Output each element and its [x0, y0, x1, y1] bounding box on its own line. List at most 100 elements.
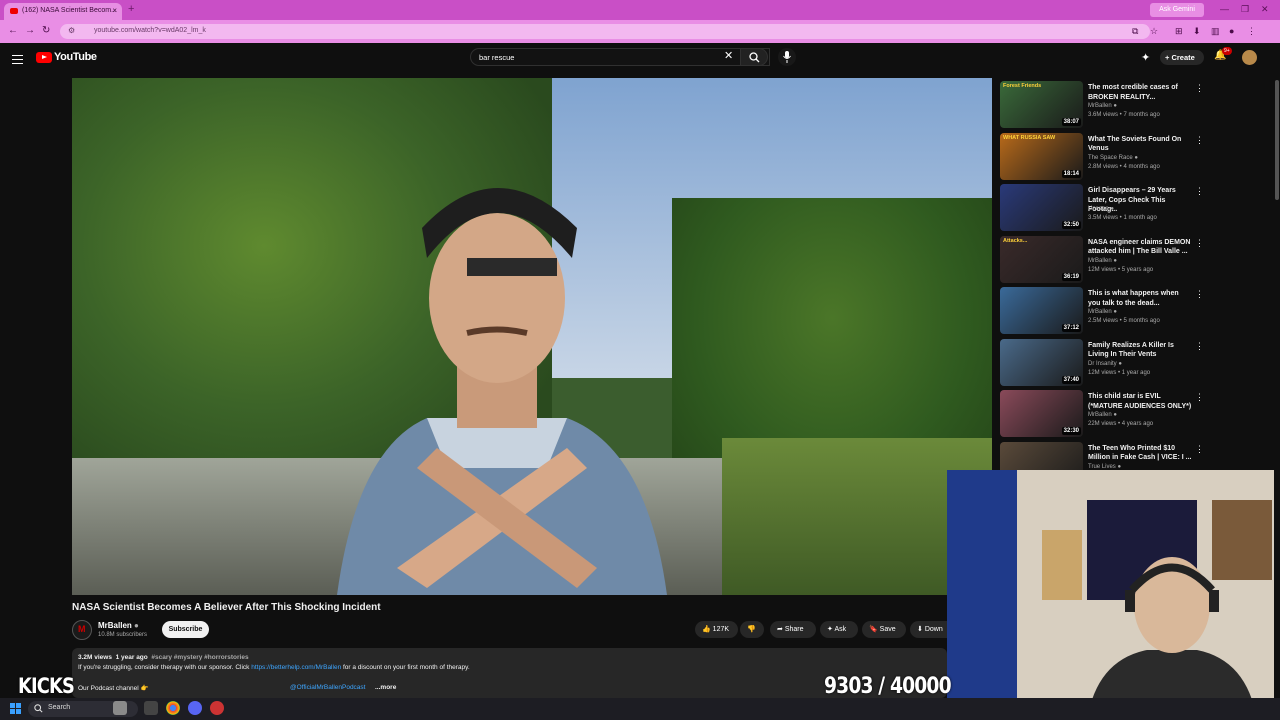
recommended-video[interactable]: 32:30 This child star is EVIL (*MATURE AU… — [1000, 390, 1204, 438]
recommended-title[interactable]: The Teen Who Printed $10 Million in Fake… — [1088, 444, 1192, 463]
recommended-channel[interactable]: MrBallen ● — [1088, 309, 1117, 315]
verified-icon: ● — [1113, 257, 1117, 264]
video-thumbnail[interactable]: 32:50 — [1000, 184, 1083, 231]
video-presenter — [337, 188, 667, 595]
voice-search-button[interactable] — [778, 48, 796, 66]
recommended-title[interactable]: Family Realizes A Killer Is Living In Th… — [1088, 341, 1192, 360]
ask-gemini-button[interactable]: Ask Gemini — [1150, 3, 1204, 17]
ask-button[interactable]: ✦ Ask — [820, 621, 858, 638]
install-icon[interactable]: ⧉ — [1132, 26, 1138, 37]
scrollbar-thumb[interactable] — [1275, 80, 1279, 200]
recommended-title[interactable]: This is what happens when you talk to th… — [1088, 289, 1192, 308]
more-actions-icon[interactable]: ⋮ — [1195, 289, 1204, 300]
split-view-icon[interactable]: ▥ — [1211, 26, 1220, 37]
subscribe-button[interactable]: Subscribe — [162, 621, 209, 638]
video-player[interactable] — [72, 78, 992, 595]
thumbs-down-icon: 👎 — [747, 626, 756, 633]
reload-icon[interactable]: ↻ — [42, 25, 50, 36]
bookmark-star-icon[interactable]: ☆ — [1150, 26, 1158, 37]
more-actions-icon[interactable]: ⋮ — [1195, 238, 1204, 249]
video-thumbnail[interactable]: 37:40 — [1000, 338, 1083, 386]
like-button[interactable]: 👍 127K — [695, 621, 738, 638]
recommended-meta: 3.5M views • 1 month ago — [1088, 215, 1157, 221]
site-info-icon[interactable]: ⚙ — [68, 26, 75, 35]
forward-icon[interactable]: → — [25, 25, 35, 36]
app-icon[interactable] — [210, 701, 224, 715]
verified-icon: ● — [1134, 154, 1138, 161]
recommended-channel[interactable]: Unseen ● — [1088, 206, 1114, 212]
recommended-video[interactable]: 37:12 This is what happens when you talk … — [1000, 287, 1204, 335]
duration-badge: 32:30 — [1061, 427, 1081, 435]
share-icon: ➦ — [777, 626, 785, 633]
maximize-icon[interactable]: ❐ — [1241, 4, 1249, 15]
account-avatar[interactable] — [1242, 50, 1257, 65]
windows-start-icon[interactable] — [10, 703, 21, 714]
create-button[interactable]: + Create — [1160, 50, 1204, 65]
url-input[interactable]: ⚙ youtube.com/watch?v=wdA02_lm_k — [60, 24, 1150, 39]
recommended-video[interactable]: 37:40 Family Realizes A Killer Is Living … — [1000, 338, 1204, 387]
new-tab-icon[interactable]: + — [128, 3, 134, 15]
recommended-video[interactable]: Forest Friends 38:07 The most credible cas… — [1000, 81, 1204, 129]
dislike-button[interactable]: 👎 — [740, 621, 764, 638]
webcam-flag — [947, 470, 1017, 720]
profile-icon[interactable]: ● — [1229, 26, 1234, 36]
taskbar-widget-icon[interactable] — [113, 701, 127, 715]
podcast-channel-link[interactable]: @OfficialMrBallenPodcast — [290, 684, 365, 691]
more-actions-icon[interactable]: ⋮ — [1195, 392, 1204, 403]
recommended-channel[interactable]: The Space Race ● — [1088, 155, 1138, 161]
save-button[interactable]: 🔖 Save — [862, 621, 906, 638]
video-thumbnail[interactable]: 37:12 — [1000, 287, 1083, 334]
recommended-title[interactable]: The most credible cases of BROKEN REALIT… — [1088, 83, 1192, 102]
description-line-2: Our Podcast channel 👉 — [78, 685, 149, 692]
more-actions-icon[interactable]: ⋮ — [1195, 186, 1204, 197]
minimize-icon[interactable]: — — [1220, 4, 1229, 14]
download-icon: ⬇ — [917, 626, 925, 633]
more-actions-icon[interactable]: ⋮ — [1195, 444, 1204, 455]
recommended-title[interactable]: This child star is EVIL (*MATURE AUDIENC… — [1088, 392, 1192, 411]
recommended-video[interactable]: 32:50 Girl Disappears – 29 Years Later, C… — [1000, 184, 1204, 232]
video-thumbnail[interactable]: 32:30 — [1000, 390, 1083, 437]
youtube-favicon-icon — [10, 8, 18, 14]
more-menu-icon[interactable]: ⋮ — [1247, 26, 1256, 37]
recommended-video[interactable]: Attacks... 36:19 NASA engineer claims DEMO… — [1000, 235, 1204, 284]
more-actions-icon[interactable]: ⋮ — [1195, 341, 1204, 352]
search-button[interactable] — [740, 48, 768, 66]
chrome-icon[interactable] — [166, 701, 180, 715]
recommended-channel[interactable]: True Lives ● — [1088, 464, 1121, 470]
video-thumbnail[interactable]: Attacks... 36:19 — [1000, 235, 1083, 283]
menu-hamburger-icon[interactable] — [12, 52, 23, 67]
channel-avatar[interactable] — [72, 620, 92, 640]
more-description-button[interactable]: ...more — [375, 684, 396, 691]
recommended-title[interactable]: What The Soviets Found On Venus — [1088, 135, 1192, 154]
more-actions-icon[interactable]: ⋮ — [1195, 83, 1204, 94]
video-thumbnail[interactable]: WHAT RUSSIA SAW 18:14 — [1000, 132, 1083, 180]
recommended-video[interactable]: WHAT RUSSIA SAW 18:14 What The Soviets Fou… — [1000, 132, 1204, 181]
discord-icon[interactable] — [188, 701, 202, 715]
webcam-poster — [1042, 530, 1082, 600]
more-actions-icon[interactable]: ⋮ — [1195, 135, 1204, 146]
channel-name[interactable]: MrBallen ● — [98, 621, 139, 630]
video-thumbnail[interactable]: Forest Friends 38:07 — [1000, 81, 1083, 128]
betterhelp-link[interactable]: https://betterhelp.com/MrBallen — [251, 664, 341, 671]
back-icon[interactable]: ← — [8, 25, 18, 36]
close-window-icon[interactable]: ✕ — [1261, 4, 1269, 15]
share-button[interactable]: ➦ Share — [770, 621, 816, 638]
recommended-channel[interactable]: MrBallen ● — [1088, 103, 1117, 109]
downloads-icon[interactable]: ⬇ — [1193, 26, 1201, 37]
duration-badge: 37:12 — [1061, 324, 1081, 332]
recommended-channel[interactable]: MrBallen ● — [1088, 412, 1117, 418]
clear-search-icon[interactable]: ✕ — [724, 49, 733, 62]
browser-tab-active[interactable]: (162) NASA Scientist Becom... × — [4, 3, 122, 20]
youtube-logo-icon[interactable] — [36, 52, 52, 63]
cast-icon[interactable]: ✦ — [1141, 51, 1150, 64]
youtube-wordmark[interactable]: YouTube — [54, 51, 97, 63]
recommended-channel[interactable]: Dr Insanity ● — [1088, 361, 1122, 367]
file-explorer-icon[interactable] — [144, 701, 158, 715]
webcam-streamer — [1087, 557, 1257, 720]
extensions-icon[interactable]: ⊞ — [1175, 26, 1183, 37]
recommended-channel[interactable]: MrBallen ● — [1088, 258, 1117, 264]
hashtags[interactable]: #scary #mystery #horrorstories — [151, 654, 248, 661]
recommended-title[interactable]: NASA engineer claims DEMON attacked him … — [1088, 238, 1192, 257]
tab-close-icon[interactable]: × — [112, 6, 117, 15]
download-button[interactable]: ⬇ Down — [910, 621, 947, 638]
